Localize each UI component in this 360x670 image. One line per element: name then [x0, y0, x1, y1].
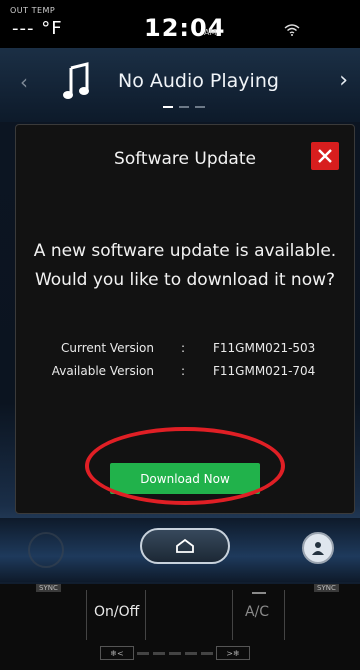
version-separator: : [181, 341, 186, 355]
music-note-icon [63, 62, 89, 99]
wifi-icon [284, 24, 300, 36]
fan-down-icon[interactable]: ❄< [100, 646, 134, 660]
ac-indicator [252, 592, 266, 594]
version-info: Current Version : F11GMM021-503 Availabl… [16, 341, 354, 387]
sync-right-label: SYNC [314, 584, 339, 592]
now-playing-text: No Audio Playing [118, 70, 279, 92]
divider [284, 590, 285, 640]
status-bar: OUT TEMP --- °F 12:04 AM [0, 0, 360, 48]
chevron-left-icon[interactable]: ‹ [20, 70, 28, 94]
fan-level-seg [137, 651, 149, 655]
version-row-current: Current Version : F11GMM021-503 [16, 341, 354, 364]
dialog-title: Software Update [114, 149, 256, 169]
fan-level-seg [201, 651, 213, 655]
car-icon[interactable] [28, 532, 64, 568]
home-button[interactable] [140, 528, 230, 564]
page-indicator [163, 106, 205, 108]
home-icon [176, 538, 194, 553]
profile-button[interactable] [302, 532, 334, 564]
divider [145, 590, 146, 640]
page-dot [163, 106, 173, 108]
version-label: Available Version [51, 364, 154, 378]
fan-speed-control[interactable]: ❄< >❄ [100, 646, 250, 660]
chevron-right-icon[interactable]: › [339, 68, 348, 93]
divider [232, 590, 233, 640]
highlight-circle [85, 427, 285, 505]
fan-up-icon[interactable]: >❄ [216, 646, 250, 660]
divider [86, 590, 87, 640]
version-row-available: Available Version : F11GMM021-704 [16, 364, 354, 387]
clock-ampm: AM [204, 28, 217, 37]
close-button[interactable] [311, 142, 339, 170]
climate-control-bar: SYNC SYNC On/Off A/C ❄< >❄ [0, 584, 360, 670]
out-temp-value: --- °F [12, 18, 63, 39]
audio-bar[interactable]: ‹ No Audio Playing › [0, 48, 360, 122]
dialog-message: A new software update is available. Woul… [33, 241, 337, 290]
version-value: F11GMM021-503 [213, 341, 316, 355]
fan-level-seg [185, 651, 197, 655]
version-separator: : [181, 364, 186, 378]
user-icon [312, 542, 324, 555]
version-value: F11GMM021-704 [213, 364, 316, 378]
ac-button[interactable]: A/C [245, 604, 269, 620]
sync-left-label: SYNC [36, 584, 61, 592]
page-dot [179, 106, 189, 108]
climate-onoff-button[interactable]: On/Off [94, 604, 139, 620]
out-temp-label: OUT TEMP [10, 6, 56, 15]
page-dot [195, 106, 205, 108]
version-label: Current Version [60, 341, 154, 355]
fan-level-seg [169, 651, 181, 655]
fan-level-seg [153, 651, 165, 655]
close-icon [318, 149, 332, 163]
bottom-nav [0, 518, 360, 582]
